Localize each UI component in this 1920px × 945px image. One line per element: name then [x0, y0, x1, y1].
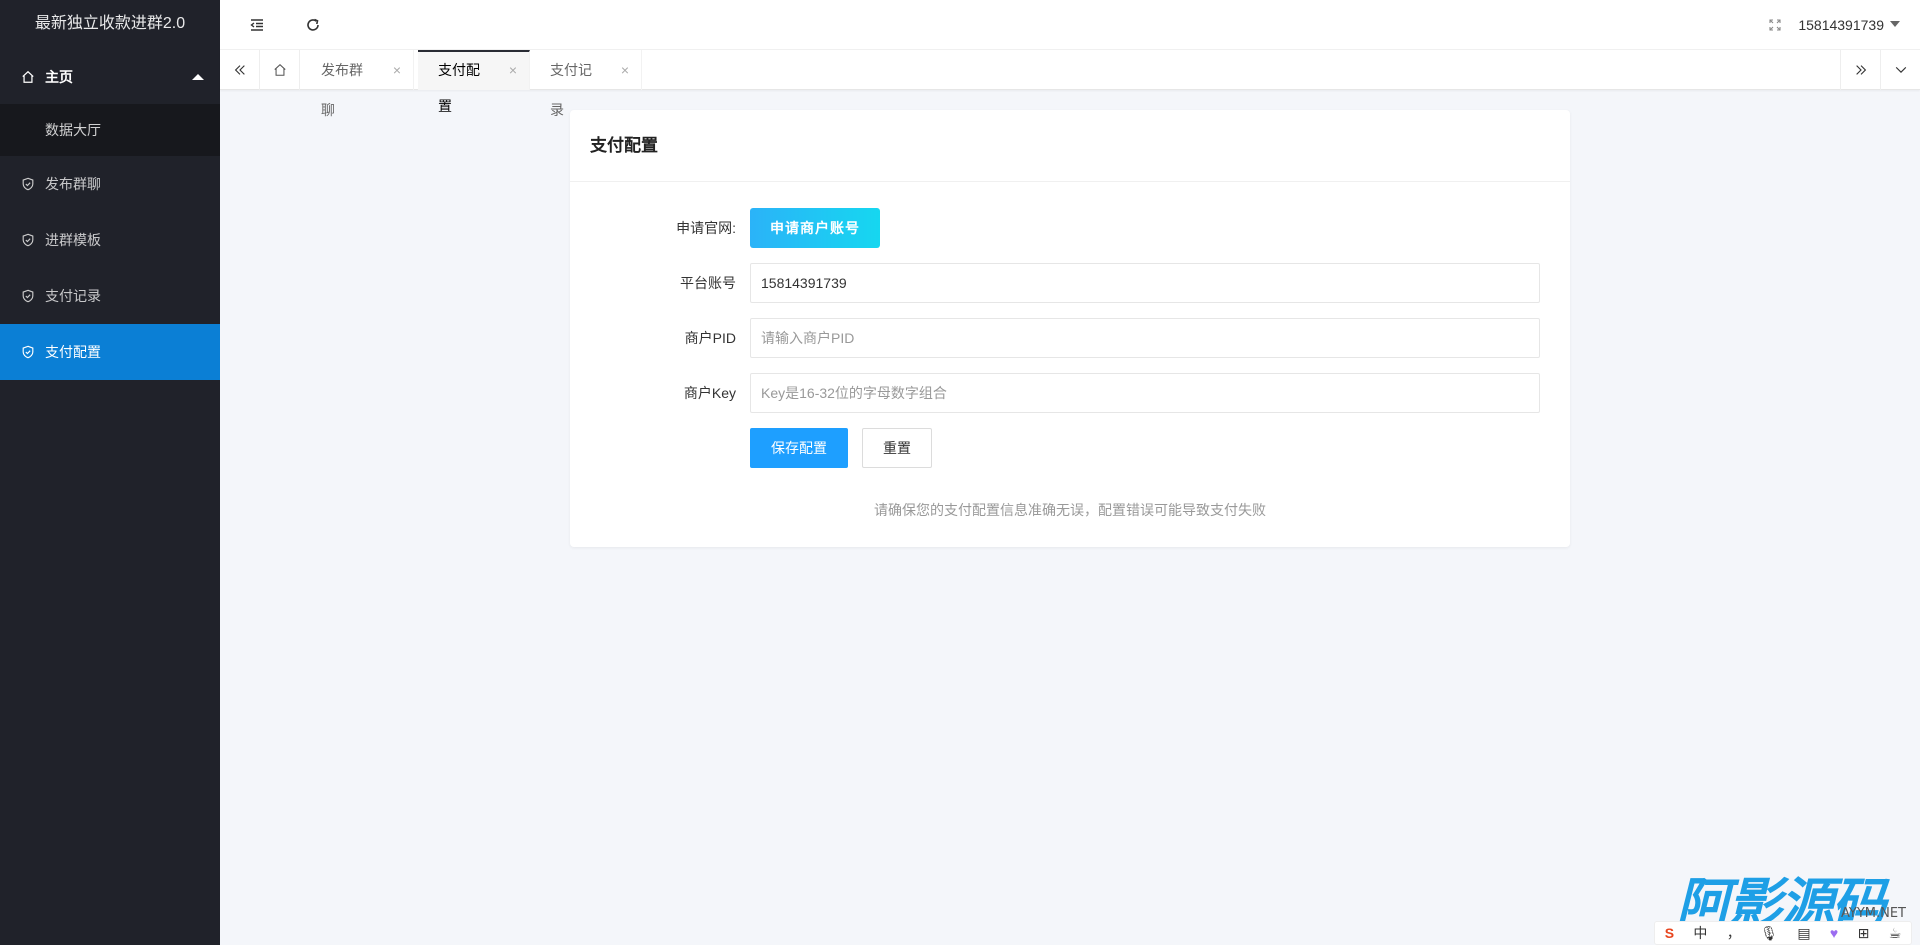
sidebar-item-label: 支付记录 — [45, 288, 101, 304]
top-header: 15814391739 — [220, 0, 1920, 50]
sidebar-item-label: 支付配置 — [45, 344, 101, 360]
save-button[interactable]: 保存配置 — [750, 428, 848, 468]
sidebar-item-label: 进群模板 — [45, 232, 101, 248]
user-menu[interactable]: 15814391739 — [1798, 0, 1900, 50]
skin-icon[interactable]: ♥ — [1830, 925, 1838, 941]
sidebar-item-label: 发布群聊 — [45, 176, 101, 192]
account-label: 平台账号 — [680, 275, 736, 291]
key-row: 商户Key — [570, 373, 1570, 413]
pid-input[interactable] — [750, 318, 1540, 358]
sidebar-item-group-template[interactable]: 进群模板 — [0, 212, 220, 268]
tabs-scroll-right-button[interactable] — [1840, 50, 1880, 90]
close-icon[interactable]: × — [621, 50, 629, 90]
card-title: 支付配置 — [570, 110, 1570, 182]
tabs-bar: 发布群聊 × 支付配置 × 支付记录 × — [220, 50, 1920, 118]
tab-payment-records[interactable]: 支付记录 × — [530, 50, 642, 118]
tab-home[interactable] — [260, 50, 300, 90]
app-title: 最新独立收款进群2.0 — [34, 15, 186, 32]
home-icon — [273, 64, 286, 76]
close-icon[interactable]: × — [509, 52, 517, 88]
sidebar-item-dashboard[interactable]: 数据大厅 — [0, 104, 220, 156]
account-row: 平台账号 — [570, 263, 1570, 303]
watermark-sub: AYYM.NET — [1841, 906, 1906, 921]
keyboard-icon[interactable]: ▤ — [1797, 925, 1810, 942]
sidebar: 最新独立收款进群2.0 主页 数据大厅 发布群聊 进群模板 支付记录 支付配置 — [0, 0, 220, 945]
refresh-button[interactable] — [288, 0, 338, 50]
double-chevron-right-icon — [1855, 65, 1866, 75]
sidebar-item-publish-group[interactable]: 发布群聊 — [0, 156, 220, 212]
actions-row: 保存配置 重置 — [570, 428, 1570, 468]
tabs-scroll-left-button[interactable] — [220, 50, 260, 90]
microphone-icon[interactable]: 🎙 — [1760, 925, 1778, 942]
sidebar-item-label: 主页 — [45, 69, 73, 85]
tabs-menu-button[interactable] — [1880, 50, 1920, 90]
ime-punct[interactable]: ， — [1727, 923, 1741, 943]
key-input[interactable] — [750, 373, 1540, 413]
grid-icon[interactable]: ⊞ — [1858, 925, 1870, 942]
key-label: 商户Key — [683, 385, 736, 401]
ime-logo-icon[interactable]: S — [1665, 925, 1674, 941]
shield-check-icon — [20, 232, 36, 248]
chevron-down-icon — [1895, 66, 1906, 73]
shield-check-icon — [20, 176, 36, 192]
indent-icon — [250, 19, 263, 31]
pid-label: 商户PID — [684, 330, 736, 346]
apply-label: 申请官网: — [676, 220, 736, 236]
shield-check-icon — [20, 288, 36, 304]
sidebar-item-payment-config[interactable]: 支付配置 — [0, 324, 220, 380]
config-tip: 请确保您的支付配置信息准确无误，配置错误可能导致支付失败 — [874, 502, 1266, 518]
account-input[interactable] — [750, 263, 1540, 303]
payment-config-card: 支付配置 申请官网: 申请商户账号 平台账号 商户PID 商户Key 保存配置 … — [570, 110, 1570, 547]
apply-row: 申请官网: 申请商户账号 — [570, 208, 1570, 248]
sidebar-item-home[interactable]: 主页 — [0, 50, 220, 104]
caret-up-icon — [192, 74, 204, 80]
double-chevron-left-icon — [234, 65, 245, 75]
tab-publish-group[interactable]: 发布群聊 × — [301, 50, 414, 118]
apply-merchant-button[interactable]: 申请商户账号 — [750, 208, 880, 248]
reset-button[interactable]: 重置 — [862, 428, 932, 468]
collapse-menu-button[interactable] — [232, 0, 282, 50]
sidebar-item-payment-records[interactable]: 支付记录 — [0, 268, 220, 324]
sidebar-submenu: 数据大厅 — [0, 104, 220, 156]
ime-toolbar: S 中 ， 🎙 ▤ ♥ ⊞ ☕ — [1654, 921, 1912, 945]
ime-mode[interactable]: 中 — [1693, 923, 1707, 943]
tab-label: 支付配置 — [438, 62, 480, 114]
close-icon[interactable]: × — [393, 50, 401, 90]
tool-icon[interactable]: ☕ — [1889, 925, 1902, 942]
pid-row: 商户PID — [570, 318, 1570, 358]
tab-label: 发布群聊 — [321, 62, 363, 118]
shield-check-icon — [20, 344, 36, 360]
tab-payment-config[interactable]: 支付配置 × — [418, 50, 530, 114]
refresh-icon — [307, 18, 319, 31]
fullscreen-button[interactable] — [1750, 0, 1800, 50]
home-icon — [20, 69, 36, 85]
fullscreen-icon — [1769, 19, 1781, 31]
